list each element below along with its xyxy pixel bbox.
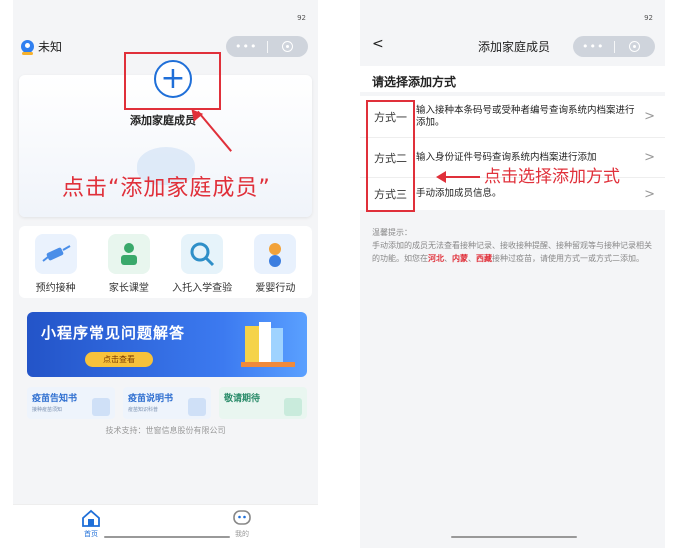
more-icon[interactable]: ••• — [226, 36, 267, 57]
annotation-text: 点击“添加家庭成员” — [62, 176, 271, 201]
chevron-right-icon: > — [644, 109, 655, 124]
highlight-box — [124, 52, 221, 110]
tips-panel: 温馨提示： 手动添加的成员无法查看接种记录、接收接种提醒、接种留观等与接种记录相… — [372, 226, 656, 265]
syringe-small-icon — [188, 398, 206, 416]
tab-label: 我的 — [235, 530, 249, 538]
vaccine-manual-card[interactable]: 疫苗说明书 疫苗知识科普 — [123, 387, 211, 419]
tech-support: 技术支持：世窗信息股份有限公司 — [105, 426, 226, 435]
coming-soon-card[interactable]: 敬请期待 — [219, 387, 307, 419]
tips-text: 接种过疫苗，请使用方式一或方式二添加。 — [492, 254, 644, 263]
status-time: 92 — [297, 14, 306, 22]
books-icon — [241, 322, 295, 367]
chevron-right-icon: > — [644, 186, 655, 202]
parent-class-icon — [107, 234, 150, 274]
status-time: 92 — [644, 14, 653, 22]
back-button[interactable]: < — [372, 36, 384, 52]
option-desc: 输入接种本条码号或受种者编号查询系统内档案进行添加。 — [416, 104, 635, 128]
quick-menu: 预约接种 家长课堂 入托入学查验 爱婴行动 — [19, 226, 312, 298]
home-indicator — [451, 536, 577, 538]
tab-mine[interactable]: 我的 — [232, 509, 252, 539]
syringe-icon — [34, 234, 77, 274]
tips-body: 手动添加的成员无法查看接种记录、接收接种提醒、接种留观等与接种记录相关的功能。如… — [372, 239, 656, 265]
region-neimeng: 内蒙 — [452, 254, 468, 263]
chevron-right-icon: > — [644, 150, 655, 165]
region-xizang: 西藏 — [476, 254, 492, 263]
menu-label: 爱婴行动 — [255, 283, 296, 294]
location-pin-icon — [21, 40, 34, 55]
close-miniprogram-icon[interactable] — [615, 41, 656, 52]
faq-banner[interactable]: 小程序常见问题解答 点击查看 — [27, 312, 307, 377]
menu-label: 预约接种 — [35, 283, 76, 294]
tips-separator: 、 — [444, 254, 452, 263]
document-icon — [92, 398, 110, 416]
home-indicator — [104, 536, 230, 538]
menu-item-enrollment-check[interactable]: 入托入学查验 — [167, 234, 237, 298]
tab-bar: 首页 我的 — [13, 504, 318, 548]
tips-separator: 、 — [468, 254, 476, 263]
home-icon — [82, 509, 100, 527]
annotation-text: 点击选择添加方式 — [484, 167, 620, 187]
option-desc: 手动添加成员信息。 — [416, 188, 502, 199]
page-title: 添加家庭成员 — [478, 40, 551, 54]
miniprogram-capsule[interactable]: ••• — [573, 36, 655, 57]
miniprogram-capsule[interactable]: ••• — [226, 36, 308, 57]
more-icon[interactable]: ••• — [573, 36, 614, 57]
region-hebei: 河北 — [428, 254, 444, 263]
menu-label: 家长课堂 — [108, 283, 149, 294]
enrollment-check-icon — [181, 234, 224, 274]
medical-kit-icon — [284, 398, 302, 416]
menu-label: 入托入学查验 — [172, 283, 233, 294]
tab-label: 首页 — [84, 530, 98, 538]
section-title: 请选择添加方式 — [360, 66, 665, 92]
menu-item-appointment[interactable]: 预约接种 — [21, 234, 91, 298]
baby-care-icon — [254, 234, 297, 274]
info-cards: 疫苗告知书 接种疫苗须知 疫苗说明书 疫苗知识科普 敬请期待 — [27, 387, 307, 419]
tab-home[interactable]: 首页 — [81, 509, 101, 539]
annotation-arrow — [440, 176, 480, 178]
faq-view-button[interactable]: 点击查看 — [85, 352, 153, 367]
close-miniprogram-icon[interactable] — [268, 41, 309, 52]
menu-item-parent-class[interactable]: 家长课堂 — [94, 234, 164, 298]
profile-icon — [233, 510, 251, 525]
faq-title: 小程序常见问题解答 — [41, 324, 186, 342]
home-screen: 92 未知 ••• + 添加家庭成员 点击“添加家庭成员” 预约接种 家长课堂 — [13, 0, 318, 548]
location-label: 未知 — [38, 40, 63, 54]
menu-item-baby-care[interactable]: 爱婴行动 — [240, 234, 310, 298]
tips-title: 温馨提示： — [372, 228, 412, 237]
add-member-screen: 92 < 添加家庭成员 ••• 请选择添加方式 方式一 输入接种本条码号或受种者… — [360, 0, 665, 548]
capsule-divider — [613, 40, 615, 53]
add-member-label[interactable]: 添加家庭成员 — [130, 112, 196, 128]
highlight-box — [366, 100, 415, 212]
capsule-divider — [266, 40, 268, 53]
location-selector[interactable]: 未知 — [21, 38, 62, 55]
vaccine-notice-card[interactable]: 疫苗告知书 接种疫苗须知 — [27, 387, 115, 419]
